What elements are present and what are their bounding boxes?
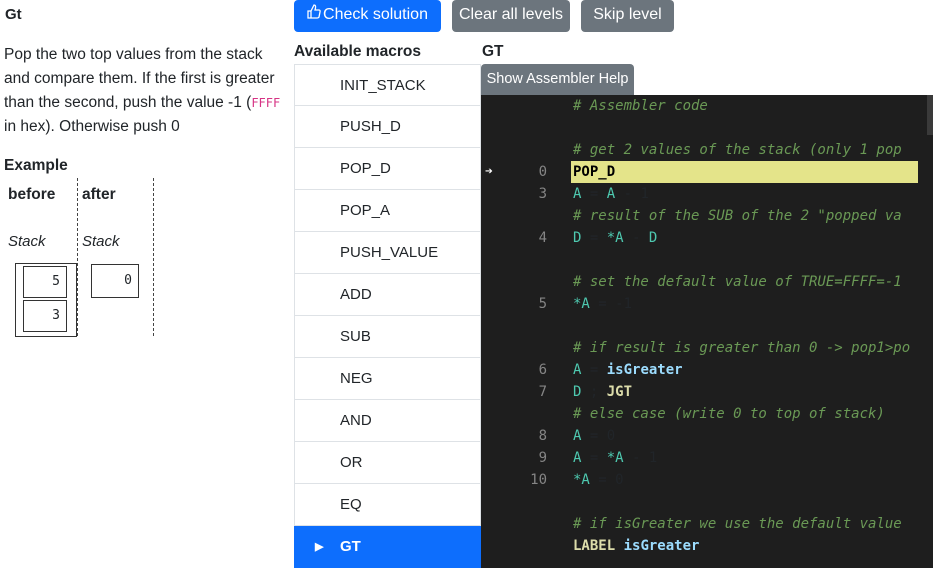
line-number: 9 [538,450,547,466]
code-line[interactable]: # else case (write 0 to top of stack) [481,403,933,425]
macro-item-sub[interactable]: SUB [294,316,481,358]
thumbs-up-icon [307,0,321,30]
before-stack-label: Stack [8,233,46,250]
macro-item-label: PUSH_D [340,118,401,135]
code-text: # get 2 values of the stack (only 1 pop [573,142,902,158]
task-title: Gt [5,6,22,23]
code-line[interactable]: 5 *A = -1 [481,293,933,315]
macro-item-push-value[interactable]: PUSH_VALUE [294,232,481,274]
code-line[interactable]: # set the default value of TRUE=FFFF=-1 [481,271,933,293]
macro-item-label: POP_A [340,202,391,219]
code-text: D = *A - D [573,230,658,246]
macro-item-gt[interactable]: ▶ GT [294,526,481,568]
code-line[interactable]: 9 A = *A - 1 [481,447,933,469]
line-number: 6 [538,362,547,378]
line-number: 4 [538,230,547,246]
after-stack-label: Stack [82,233,120,250]
code-line[interactable]: # Assembler code [481,95,933,117]
description-text: Pop the two top values from the stack an… [4,46,275,111]
code-editor[interactable]: # Assembler code # get 2 values of the st… [481,95,933,568]
code-line[interactable]: LABEL isGreater [481,535,933,557]
show-assembler-help-button[interactable]: Show Assembler Help [481,64,634,95]
macro-list: INIT_STACK PUSH_D POP_D POP_A PUSH_VALUE ADD S… [294,64,481,568]
macro-item-eq[interactable]: EQ [294,484,481,526]
code-text: # Assembler code [573,98,708,114]
macro-item-add[interactable]: ADD [294,274,481,316]
code-text: A = 0 [573,428,616,444]
skip-level-button[interactable]: Skip level [581,0,674,32]
code-line[interactable]: 10 *A = 0 [481,469,933,491]
code-line[interactable]: 7 D ; JGT [481,381,933,403]
code-text: # set the default value of TRUE=FFFF=-1 [573,274,902,290]
macro-item-label: SUB [340,328,371,345]
code-line[interactable]: ➔ 0 POP_D [481,161,933,183]
code-text: POP_D [573,164,616,180]
check-solution-button[interactable]: Check solution [294,0,441,32]
before-label: before [8,186,56,203]
macro-item-label: OR [340,454,363,471]
code-text: # if result is greater than 0 -> pop1>po [573,340,911,356]
code-text: D ; JGT [573,384,633,400]
macro-item-init-stack[interactable]: INIT_STACK [294,64,481,106]
caret-right-icon: ▶ [315,541,324,553]
code-text: # result of the SUB of the 2 "popped va [573,208,902,224]
current-line-highlight [571,161,918,183]
line-number: 7 [538,384,547,400]
code-text: *A = -1 [573,296,633,312]
description-tail: in hex). Otherwise push 0 [4,118,180,135]
macro-item-pop-d[interactable]: POP_D [294,148,481,190]
macro-item-and[interactable]: AND [294,400,481,442]
macro-item-label: AND [340,412,372,429]
line-number: 3 [538,186,547,202]
clear-all-levels-button[interactable]: Clear all levels [452,0,570,32]
macro-item-label: PUSH_VALUE [340,244,439,261]
code-text: A = isGreater [573,362,683,378]
description-code: FFFF [251,96,281,110]
macro-item-label: INIT_STACK [340,77,426,94]
macros-title: Available macros [294,43,421,60]
task-description: Pop the two top values from the stack an… [4,43,289,139]
line-number: 8 [538,428,547,444]
macro-item-push-d[interactable]: PUSH_D [294,106,481,148]
code-text: *A = 0 [573,472,624,488]
line-number: 10 [530,472,547,488]
code-line[interactable] [481,491,933,513]
code-line[interactable]: # if isGreater we use the default value [481,513,933,535]
code-line[interactable]: # get 2 values of the stack (only 1 pop [481,139,933,161]
code-text: LABEL isGreater [573,538,700,554]
code-line[interactable] [481,249,933,271]
macro-item-label: EQ [340,496,362,513]
macro-item-label: NEG [340,370,373,387]
code-line[interactable] [481,315,933,337]
example-after-column: after Stack 0 [77,178,154,336]
macro-item-label: POP_D [340,160,391,177]
line-number: 0 [538,164,547,180]
code-line[interactable]: 4 D = *A - D [481,227,933,249]
after-stack-cell-0: 0 [91,264,139,298]
macro-item-pop-a[interactable]: POP_A [294,190,481,232]
check-solution-label: Check solution [323,6,428,24]
code-line[interactable]: 8 A = 0 [481,425,933,447]
example-title: Example [4,157,68,174]
before-stack: 5 3 [15,263,77,337]
before-stack-cell-0: 5 [23,266,67,298]
code-line[interactable] [481,117,933,139]
macro-item-or[interactable]: OR [294,442,481,484]
code-text: # else case (write 0 to top of stack) [573,406,885,422]
code-line[interactable]: 6 A = isGreater [481,359,933,381]
code-line[interactable]: # if result is greater than 0 -> pop1>po [481,337,933,359]
macro-item-label: GT [340,538,361,555]
line-number: 5 [538,296,547,312]
editor-title: GT [482,43,504,60]
code-text: # if isGreater we use the default value [573,516,902,532]
code-line[interactable]: 3 A = A - 1 [481,183,933,205]
after-label: after [82,186,116,203]
code-text: A = A - 1 [573,186,649,202]
macro-item-label: ADD [340,286,372,303]
macro-item-neg[interactable]: NEG [294,358,481,400]
code-line[interactable]: # result of the SUB of the 2 "popped va [481,205,933,227]
before-stack-cell-1: 3 [23,300,67,332]
code-text: A = *A - 1 [573,450,658,466]
